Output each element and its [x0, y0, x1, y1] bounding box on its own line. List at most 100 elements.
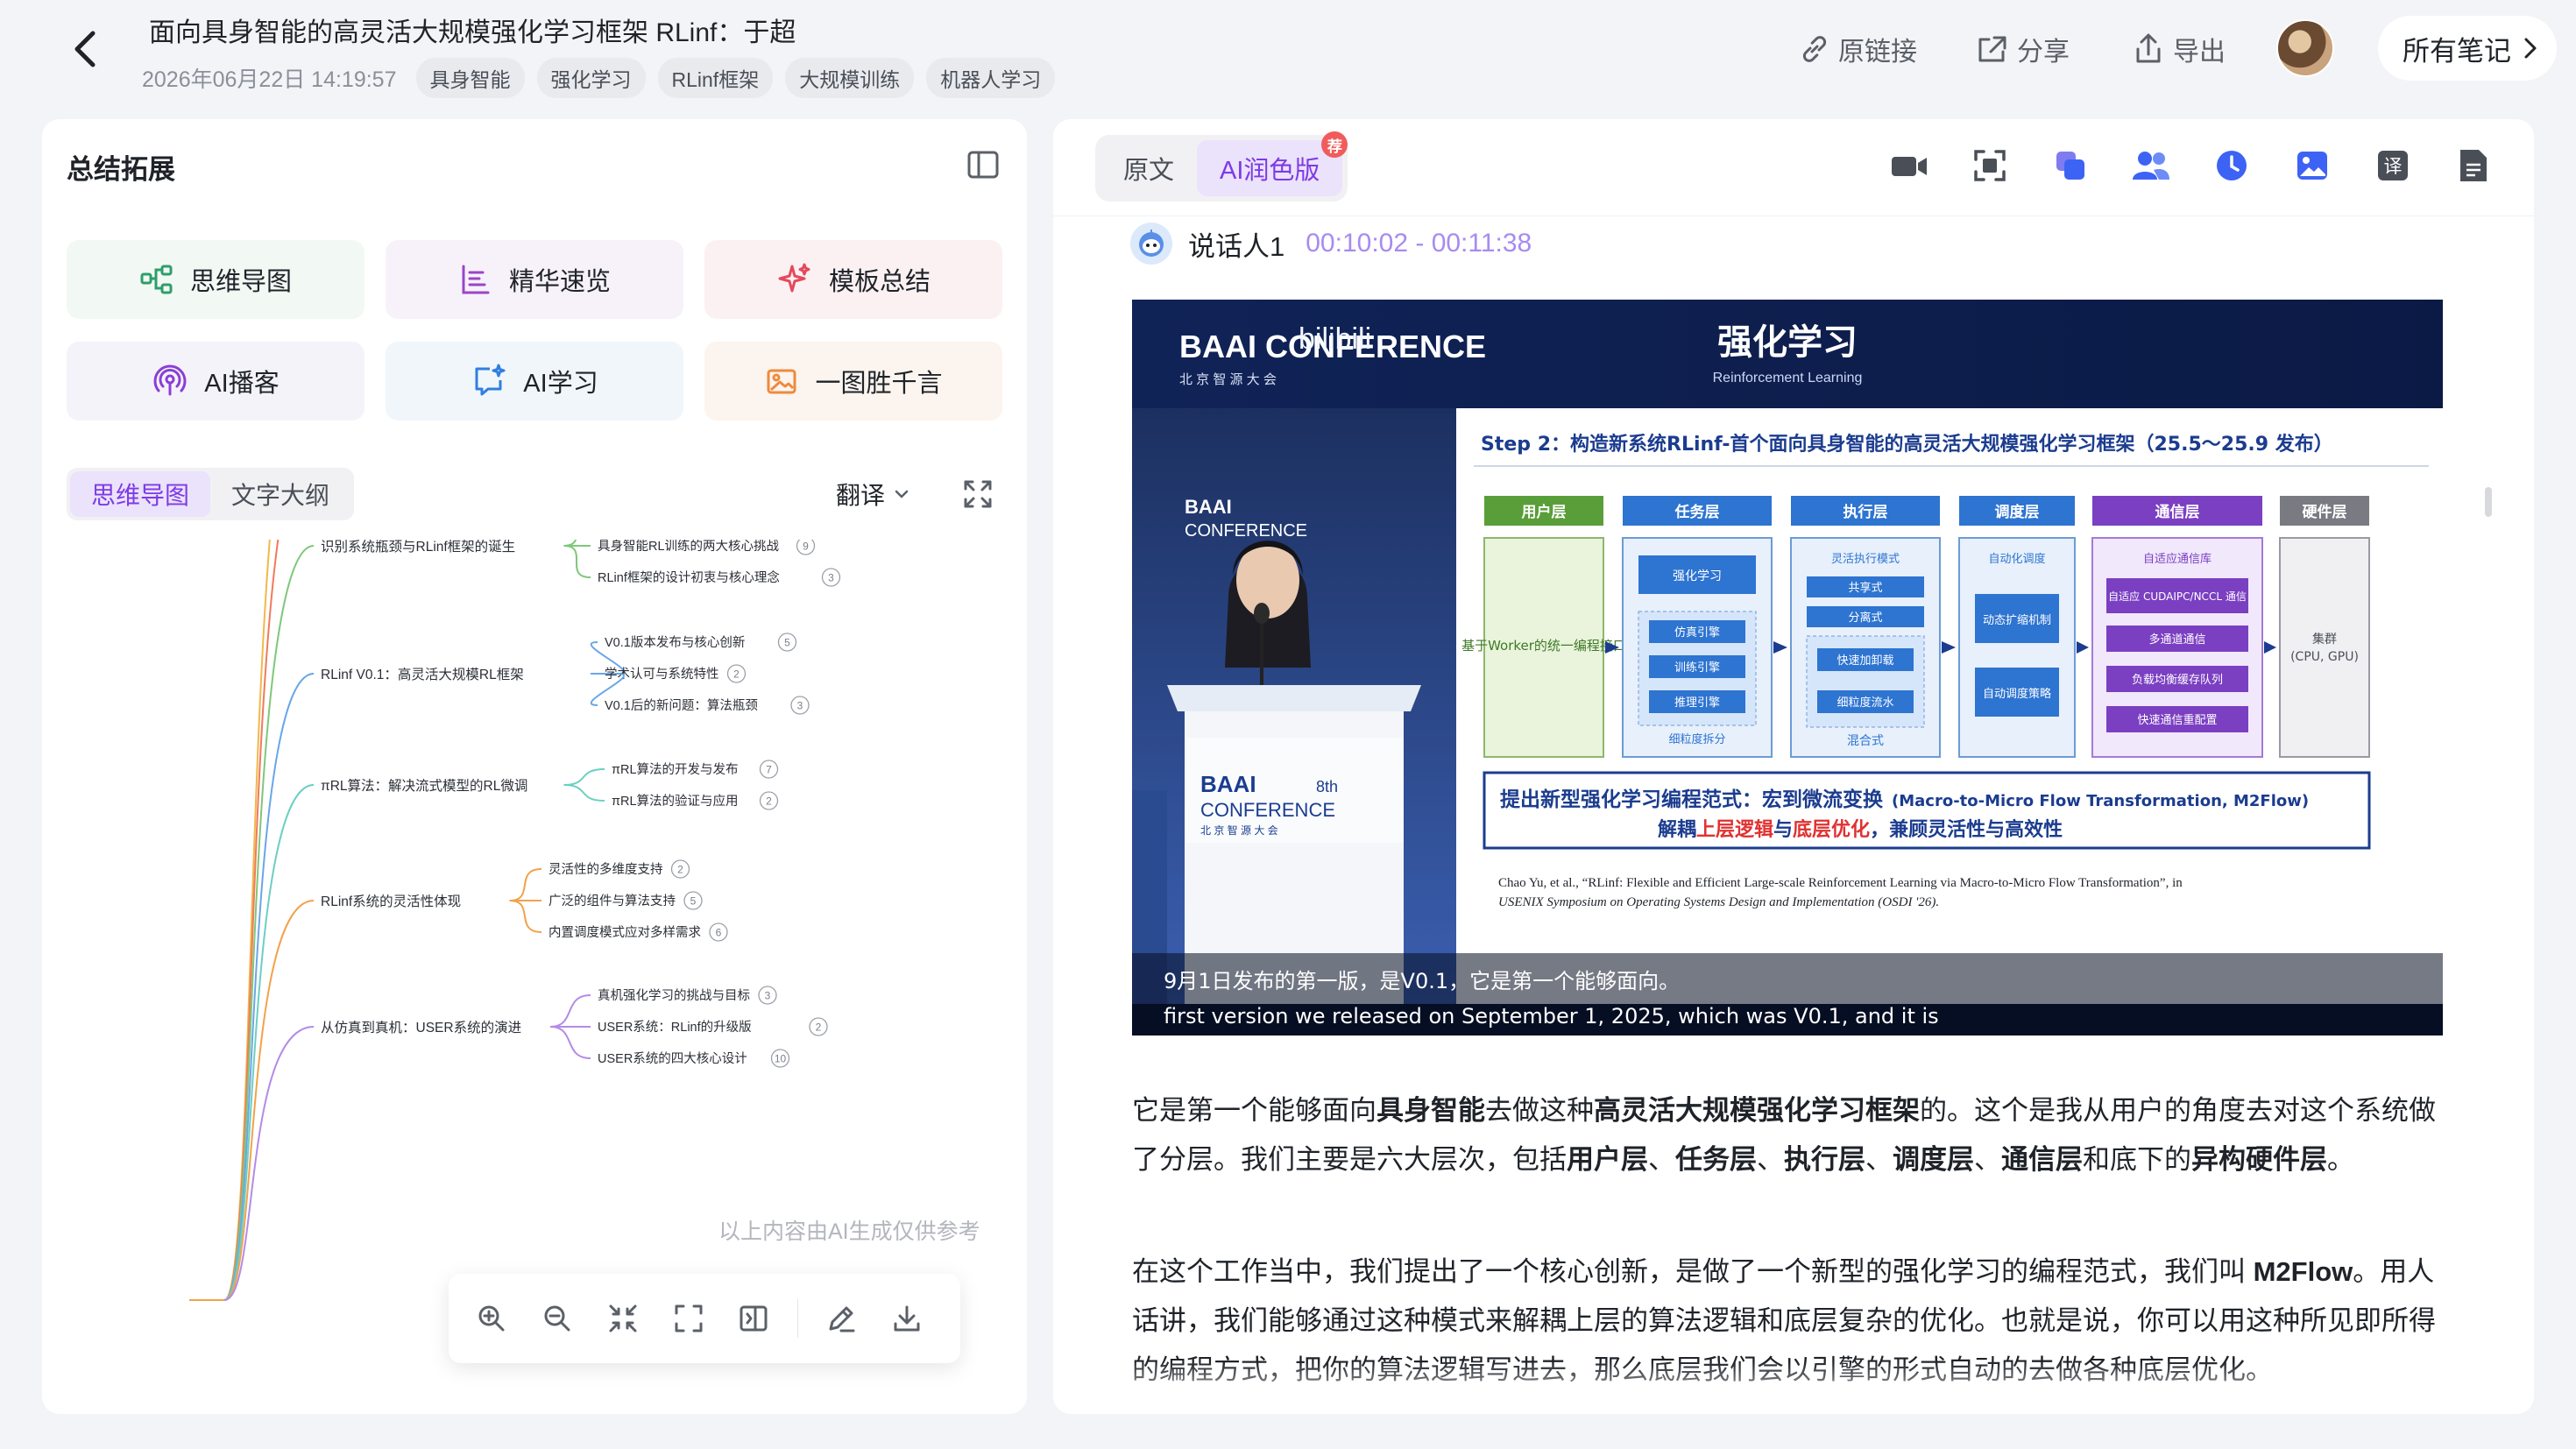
bilibili-watermark: bilibili — [1299, 322, 1371, 356]
mindmap-count: 7 — [766, 764, 772, 776]
back-button[interactable] — [61, 26, 107, 72]
toolbar-divider — [796, 1299, 798, 1338]
zoom-in-icon — [478, 1305, 505, 1332]
task-item-label: 强化学习 — [1673, 569, 1722, 583]
template-summary-button[interactable]: 模板总结 — [704, 240, 1002, 319]
summary-panel: 总结拓展 思维导图 精华速览 模板总结 AI播客 AI学习 一图胜千言 思维导图… — [42, 119, 1027, 1414]
text-run: 它是第一个能够面向 — [1132, 1095, 1376, 1126]
mindmap-node[interactable]: V0.1版本发布与核心创新 — [605, 635, 745, 650]
highlight-part: 解耦 — [1658, 818, 1696, 841]
translate-dropdown[interactable]: 翻译 — [836, 477, 909, 512]
transcript-toolbar: 译 — [1889, 145, 2494, 186]
download-button[interactable] — [879, 1290, 934, 1347]
text-run: 。 — [2327, 1144, 2354, 1175]
mindmap-branch[interactable]: πRL算法：解决流式模型的RL微调 — [321, 777, 527, 794]
hw-layer-box — [2279, 537, 2370, 758]
scrollbar-thumb[interactable] — [2485, 487, 2492, 517]
images-button[interactable] — [2292, 145, 2332, 186]
original-link-label: 原链接 — [1838, 38, 1917, 67]
copy-button[interactable] — [2050, 145, 2091, 186]
ai-disclaimer: 以上内容由AI生成仅供参考 — [718, 1219, 980, 1244]
mindmap-branch[interactable]: RLinf V0.1：高灵活大规模RL框架 — [321, 667, 524, 682]
export-button[interactable]: 导出 — [2131, 21, 2226, 77]
exec-item-label: 细粒度流水 — [1836, 696, 1893, 710]
tab-original[interactable]: 原文 — [1100, 140, 1197, 196]
screenshot-button[interactable] — [1970, 145, 2010, 186]
highlight-text-en: (Macro-to-Micro Flow Transformation, M2F… — [1892, 792, 2309, 810]
tab-text-outline[interactable]: 文字大纲 — [210, 471, 350, 517]
tag[interactable]: RLinf框架 — [657, 58, 774, 98]
transcript-paragraph-1: 它是第一个能够面向具身智能去做这种高灵活大规模强化学习框架的。这个是我从用户的角… — [1132, 1086, 2455, 1184]
original-link-button[interactable]: 原链接 — [1798, 21, 1917, 77]
mindmap-node[interactable]: πRL算法的验证与应用 — [612, 793, 739, 809]
zoom-out-button[interactable] — [530, 1290, 585, 1347]
user-avatar[interactable] — [2276, 19, 2334, 77]
mindmap-node[interactable]: USER系统的四大核心设计 — [598, 1051, 747, 1066]
mindmap-tool-button[interactable]: 思维导图 — [67, 240, 364, 319]
highlight-line-1: 提出新型强化学习编程范式：宏到微流变换 (Macro-to-Micro Flow … — [1500, 788, 2309, 811]
scan-icon — [1974, 150, 2006, 181]
timeline-button[interactable] — [2212, 145, 2252, 186]
podcast-icon — [153, 364, 187, 396]
zoom-in-button[interactable] — [464, 1290, 520, 1347]
edit-button[interactable] — [814, 1290, 869, 1347]
fullscreen-button[interactable] — [960, 477, 995, 512]
user-layer-text: 基于Worker的统一编程接口 — [1461, 638, 1626, 654]
ai-learning-button[interactable]: AI学习 — [386, 342, 683, 421]
fit-view-button[interactable] — [661, 1290, 716, 1347]
mindmap-node[interactable]: V0.1后的新问题：算法瓶颈 — [605, 698, 758, 713]
mindmap-node[interactable]: 内置调度模式应对多样需求 — [548, 924, 701, 940]
mindmap-branch[interactable]: 识别系统瓶颈与RLinf框架的诞生 — [321, 539, 515, 555]
all-notes-button[interactable]: 所有笔记 — [2378, 16, 2557, 81]
ai-podcast-button[interactable]: AI播客 — [67, 342, 364, 421]
users-icon — [2133, 152, 2169, 180]
mindmap-branch[interactable]: RLinf系统的灵活性体现 — [321, 894, 461, 909]
highlight-line-2: 解耦上层逻辑与底层优化，兼顾灵活性与高效性 — [1658, 818, 2063, 841]
text-run: 、 — [1757, 1144, 1784, 1175]
task-item-label: 推理引擎 — [1674, 696, 1720, 710]
sched-item-label: 动态扩缩机制 — [1983, 613, 2051, 627]
mindmap-node[interactable]: USER系统：RLinf的升级版 — [598, 1020, 752, 1035]
tool-grid: 思维导图 精华速览 模板总结 AI播客 AI学习 一图胜千言 — [67, 240, 1002, 421]
one-picture-button[interactable]: 一图胜千言 — [704, 342, 1002, 421]
slide-logo-sub: 北 京 智 源 大 会 — [1179, 371, 1277, 387]
tag[interactable]: 强化学习 — [536, 58, 646, 98]
comm-item-label: 多通道通信 — [2148, 633, 2205, 647]
highlight-part: ，兼顾灵活性与高效性 — [1870, 818, 2063, 841]
mindmap-branch[interactable]: 从仿真到真机：USER系统的演进 — [321, 1020, 521, 1036]
tag[interactable]: 具身智能 — [415, 58, 525, 98]
task-item-label: 训练引擎 — [1674, 661, 1720, 675]
backdrop-conference: CONFERENCE — [1185, 521, 1307, 541]
mindmap-count: 10 — [775, 1053, 787, 1065]
video-button[interactable] — [1889, 145, 1929, 186]
mindmap-count: 5 — [784, 637, 790, 649]
translate-button[interactable]: 译 — [2373, 145, 2413, 186]
document-button[interactable] — [2453, 145, 2494, 186]
tab-mindmap[interactable]: 思维导图 — [70, 471, 211, 517]
share-button[interactable]: 分享 — [1975, 21, 2070, 77]
layout-button[interactable] — [726, 1290, 782, 1347]
highlights-tool-button[interactable]: 精华速览 — [386, 240, 683, 319]
collapse-icon — [609, 1304, 637, 1332]
video-frame[interactable]: BAAI CONFERENCE 北 京 智 源 大 会 bilibili 强化学… — [1132, 300, 2443, 1036]
podium-conference: CONFERENCE — [1200, 799, 1335, 821]
collapse-button[interactable] — [595, 1290, 650, 1347]
mindmap-edge — [549, 994, 591, 1028]
tag[interactable]: 机器人学习 — [926, 58, 1056, 98]
speakers-button[interactable] — [2131, 145, 2171, 186]
speaker-timestamp[interactable]: 00:10:02 - 00:11:38 — [1306, 229, 1532, 258]
mindmap-node[interactable]: πRL算法的开发与发布 — [612, 762, 739, 777]
mindmap-node[interactable]: 真机强化学习的挑战与目标 — [598, 987, 750, 1003]
mindmap-node[interactable]: RLinf框架的设计初衷与核心理念 — [598, 569, 780, 585]
sidebar-toggle-button[interactable] — [966, 149, 1001, 180]
tag[interactable]: 大规模训练 — [785, 58, 915, 98]
mindmap-node[interactable]: 具身智能RL训练的两大核心挑战 — [598, 539, 780, 554]
exec-item-label: 共享式 — [1848, 581, 1882, 595]
keyword: 通信层 — [2001, 1144, 2083, 1175]
backdrop-logo: BAAI — [1185, 496, 1232, 518]
citation-line-2: USENIX Symposium on Operating Systems De… — [1498, 895, 1939, 909]
tab-ai-polished[interactable]: AI润色版 荐 — [1197, 131, 1348, 196]
mindmap-node[interactable]: 广泛的组件与算法支持 — [548, 894, 676, 908]
mindmap-node[interactable]: 灵活性的多维度支持 — [548, 862, 663, 877]
header: 面向具身智能的高灵活大规模强化学习框架 RLinf：于超 2026年06月22日… — [0, 0, 2576, 105]
